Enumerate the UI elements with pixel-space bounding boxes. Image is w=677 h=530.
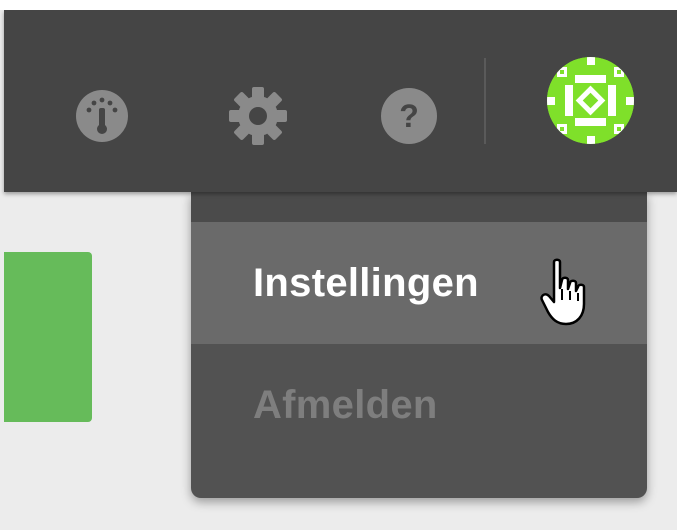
user-dropdown-menu: Instellingen Afmelden [191, 192, 647, 498]
user-avatar-button[interactable] [547, 57, 634, 144]
settings-button[interactable] [228, 86, 288, 146]
window-top-edge [0, 0, 677, 10]
gauge-icon [76, 90, 128, 142]
help-symbol: ? [399, 98, 419, 134]
help-button[interactable]: ? [379, 86, 439, 146]
toolbar-divider [484, 58, 486, 144]
menu-item-label: Afmelden [253, 382, 438, 427]
help-icon: ? [381, 88, 437, 144]
dashboard-button[interactable] [72, 86, 132, 146]
gear-icon [229, 87, 287, 145]
dropdown-header-strip [191, 192, 647, 222]
app-screen: ? Instellingen Afmelden [0, 0, 677, 530]
hand-pointer-cursor-icon [540, 258, 586, 326]
menu-item-label: Instellingen [253, 260, 479, 305]
menu-item-logout[interactable]: Afmelden [191, 344, 647, 466]
user-avatar-pattern-icon [547, 57, 634, 144]
content-card [4, 252, 92, 422]
